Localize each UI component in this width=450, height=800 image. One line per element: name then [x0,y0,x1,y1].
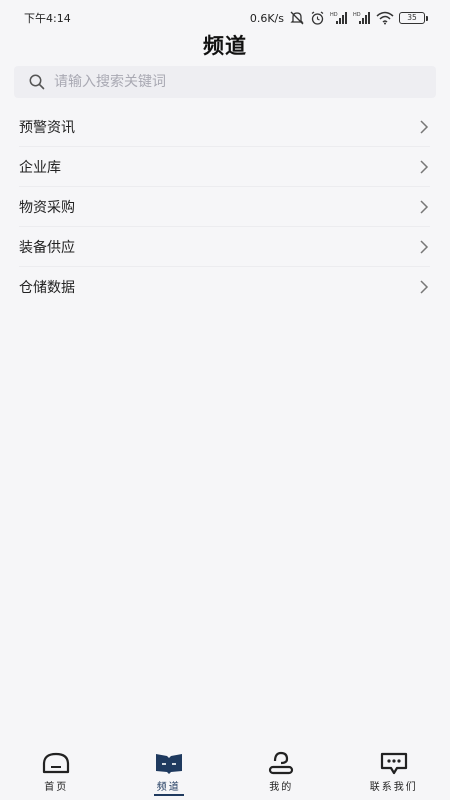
nav-label: 联系我们 [369,782,418,793]
battery-icon: 35 [399,12,428,24]
alarm-icon [311,11,324,25]
chevron-right-icon [420,239,429,254]
mute-bell-icon [290,11,304,25]
channel-item-procurement[interactable]: 物资采购 [19,187,430,227]
channel-item-warehouse-data[interactable]: 仓储数据 [19,267,430,307]
svg-text:HD: HD [330,12,338,18]
active-indicator [153,794,184,796]
battery-level: 35 [399,12,425,24]
signal-icon: HD [330,12,347,24]
search-input[interactable] [54,74,414,90]
nav-label: 首页 [44,782,69,793]
nav-label: 频道 [156,782,181,793]
search-bar[interactable] [14,66,436,98]
chat-icon [380,752,407,775]
channel-list: 预警资讯 企业库 物资采购 装备供应 仓储数据 [0,107,450,307]
channel-item-equipment-supply[interactable]: 装备供应 [19,227,430,267]
chevron-right-icon [420,280,429,294]
signal-icon-2: HD [353,12,370,24]
nav-item-channels[interactable]: 频道 [113,744,226,800]
page-title: 频道 [203,34,247,58]
network-speed: 0.6K/s [249,11,284,25]
channel-label: 仓储数据 [19,280,75,296]
bottom-nav: 首页 频道 我的 联系我们 [0,744,450,800]
svg-text:HD: HD [353,12,361,18]
channel-label: 装备供应 [19,239,75,256]
channel-item-warning-news[interactable]: 预警资讯 [19,107,430,147]
search-icon [29,74,45,90]
wifi-icon [376,11,394,25]
channel-label: 企业库 [19,159,61,176]
status-time: 下午4:14 [24,12,71,25]
chevron-right-icon [420,199,429,214]
nav-item-home[interactable]: 首页 [0,744,113,800]
chevron-right-icon [420,159,429,174]
nav-item-contact[interactable]: 联系我们 [338,744,450,800]
channel-label: 物资采购 [19,199,75,216]
channel-item-enterprise-db[interactable]: 企业库 [19,147,430,187]
book-icon [155,754,182,774]
nav-label: 我的 [269,782,294,793]
home-icon [43,752,70,774]
channel-label: 预警资讯 [19,119,75,136]
profile-icon [269,751,294,775]
status-icons: 0.6K/s HD HD 35 [250,11,428,25]
chevron-right-icon [420,119,429,134]
nav-item-mine[interactable]: 我的 [225,744,338,800]
